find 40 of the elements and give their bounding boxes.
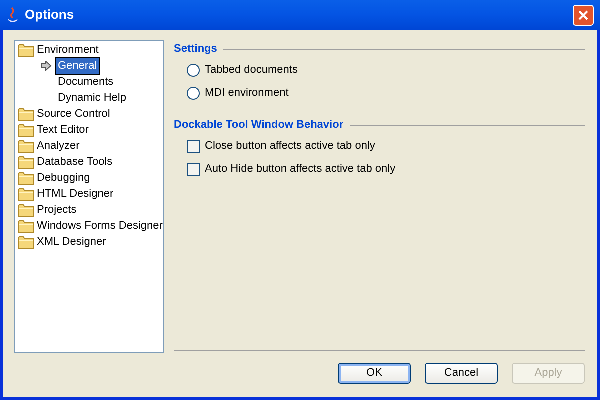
tree-item[interactable]: Projects (37, 202, 77, 218)
tree-item[interactable]: Source Control (37, 106, 110, 122)
tree-item[interactable]: Text Editor (37, 122, 89, 138)
arrow-icon (41, 61, 52, 71)
folder-icon (18, 220, 34, 232)
window-title: Options (25, 6, 76, 24)
folder-icon (18, 172, 34, 184)
section-title: Settings (174, 42, 218, 57)
checkbox[interactable] (187, 140, 200, 153)
app-icon (6, 7, 20, 23)
option-label: MDI environment (205, 86, 289, 102)
folder-icon (18, 188, 34, 200)
option-label: Close button affects active tab only (205, 139, 376, 154)
tree-item[interactable]: Dynamic Help (56, 90, 128, 106)
option-label: Auto Hide button affects active tab only (205, 162, 396, 178)
close-icon (578, 10, 589, 20)
radio-button[interactable] (187, 87, 200, 100)
close-button[interactable] (573, 4, 594, 26)
tree-item[interactable]: Windows Forms Designer (37, 218, 163, 234)
radio-button[interactable] (187, 64, 200, 77)
folder-icon (18, 236, 34, 248)
dialog-button[interactable]: Cancel (425, 363, 498, 384)
checkbox[interactable] (187, 163, 200, 176)
folder-icon (18, 140, 34, 152)
folder-icon (18, 108, 34, 120)
tree-item[interactable]: Debugging (37, 170, 90, 186)
tree-item[interactable]: Environment (37, 42, 99, 58)
folder-icon (18, 156, 34, 168)
tree-item[interactable]: General (56, 58, 100, 74)
tree-item[interactable]: Documents (56, 74, 116, 90)
tree-item[interactable]: Analyzer (37, 138, 80, 154)
tree-item[interactable]: XML Designer (37, 234, 106, 250)
option-label: Tabbed documents (205, 63, 298, 78)
tree-item[interactable]: Database Tools (37, 154, 113, 170)
section-title: Dockable Tool Window Behavior (174, 118, 344, 133)
dialog-button[interactable]: OK (338, 363, 411, 384)
folder-icon (18, 204, 34, 216)
folder-icon (18, 124, 34, 136)
tree-item[interactable]: HTML Designer (37, 186, 114, 202)
folder-icon (18, 44, 34, 56)
